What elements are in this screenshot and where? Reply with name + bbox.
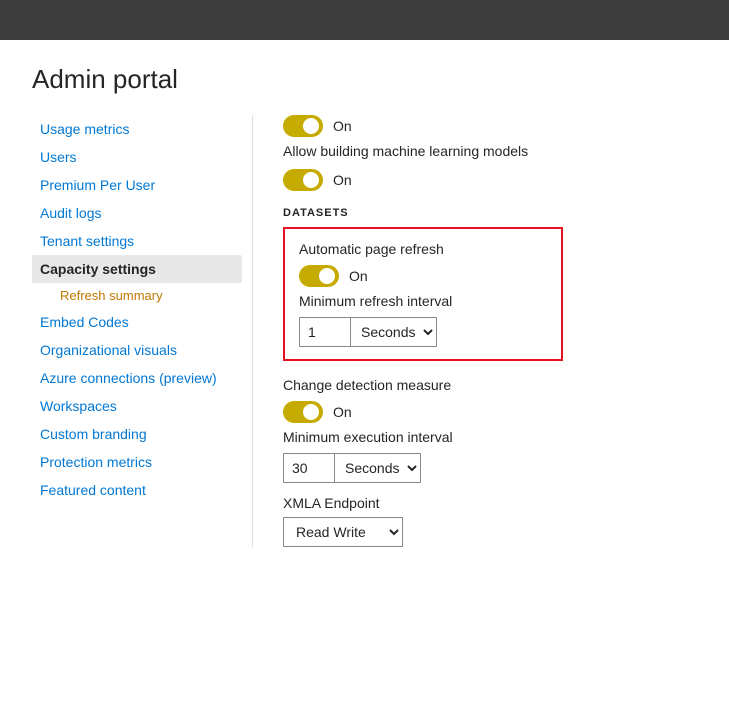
ml-models-toggle-row: On [283, 115, 697, 137]
toggle2-row: On [283, 169, 697, 191]
min-execution-interval-label: Minimum execution interval [283, 429, 697, 445]
sidebar-sub-item-refresh-summary[interactable]: Refresh summary [32, 283, 242, 308]
xmla-endpoint-select[interactable]: Read Write Read Only Off [283, 517, 403, 547]
change-detection-toggle-row: On [283, 401, 697, 423]
sidebar-item-capacity-settings[interactable]: Capacity settings [32, 255, 242, 283]
toggle2-label: On [333, 172, 352, 188]
sidebar-item-custom-branding[interactable]: Custom branding [32, 420, 242, 448]
min-refresh-interval-label: Minimum refresh interval [299, 293, 547, 309]
main-content: On Allow building machine learning model… [252, 115, 697, 547]
ml-models-toggle[interactable] [283, 115, 323, 137]
automatic-page-refresh-box: Automatic page refresh On Minimum refres… [283, 227, 563, 361]
toggle2[interactable] [283, 169, 323, 191]
sidebar-item-organizational-visuals[interactable]: Organizational visuals [32, 336, 242, 364]
sidebar: Usage metrics Users Premium Per User Aud… [32, 115, 252, 547]
top-bar [0, 0, 729, 40]
execution-interval-row: Seconds Minutes [283, 453, 697, 483]
ml-models-description: Allow building machine learning models [283, 143, 697, 159]
refresh-interval-unit-select[interactable]: Seconds Minutes [351, 317, 437, 347]
sidebar-item-embed-codes[interactable]: Embed Codes [32, 308, 242, 336]
sidebar-item-workspaces[interactable]: Workspaces [32, 392, 242, 420]
sidebar-item-azure-connections[interactable]: Azure connections (preview) [32, 364, 242, 392]
refresh-interval-input[interactable] [299, 317, 351, 347]
page-title: Admin portal [32, 64, 697, 95]
sidebar-item-audit-logs[interactable]: Audit logs [32, 199, 242, 227]
sidebar-item-featured-content[interactable]: Featured content [32, 476, 242, 504]
sidebar-item-premium-per-user[interactable]: Premium Per User [32, 171, 242, 199]
automatic-page-refresh-title: Automatic page refresh [299, 241, 547, 257]
execution-interval-unit-select[interactable]: Seconds Minutes [335, 453, 421, 483]
sidebar-item-users[interactable]: Users [32, 143, 242, 171]
page-refresh-toggle[interactable] [299, 265, 339, 287]
toggle1-label: On [333, 118, 352, 134]
page-refresh-toggle-label: On [349, 268, 368, 284]
xmla-endpoint-label: XMLA Endpoint [283, 495, 697, 511]
sidebar-item-usage-metrics[interactable]: Usage metrics [32, 115, 242, 143]
execution-interval-input[interactable] [283, 453, 335, 483]
datasets-section-label: DATASETS [283, 207, 697, 219]
change-detection-toggle[interactable] [283, 401, 323, 423]
page-refresh-toggle-row: On [299, 265, 547, 287]
change-detection-title: Change detection measure [283, 377, 697, 393]
change-detection-toggle-label: On [333, 404, 352, 420]
sidebar-item-tenant-settings[interactable]: Tenant settings [32, 227, 242, 255]
sidebar-item-protection-metrics[interactable]: Protection metrics [32, 448, 242, 476]
refresh-interval-row: Seconds Minutes [299, 317, 547, 347]
